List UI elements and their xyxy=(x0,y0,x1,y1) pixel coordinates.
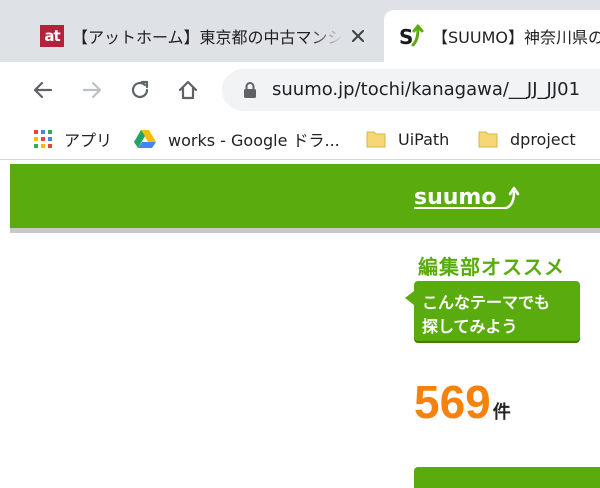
bookmark-label: works - Google ドラ... xyxy=(168,131,340,150)
forward-arrow-icon[interactable] xyxy=(76,74,108,106)
address-bar[interactable]: suumo.jp/tochi/kanagawa/__JJ_JJ01 xyxy=(222,69,600,111)
google-drive-icon xyxy=(134,130,156,148)
logo-text: suumo xyxy=(414,185,496,210)
tab-suumo[interactable]: S 【SUUMO】神奈川県の xyxy=(384,10,600,62)
result-count-number: 569 xyxy=(414,376,491,428)
close-icon[interactable] xyxy=(346,24,370,48)
promo-line: こんなテーマでも xyxy=(422,293,551,312)
suumo-logo[interactable]: suumo xyxy=(414,182,524,212)
promo-title: 編集部オススメ xyxy=(418,255,565,279)
lock-icon[interactable] xyxy=(240,80,260,100)
home-icon[interactable] xyxy=(172,74,204,106)
green-panel xyxy=(414,467,600,488)
bookmark-uipath[interactable]: UiPath xyxy=(366,118,449,160)
browser-toolbar: suumo.jp/tochi/kanagawa/__JJ_JJ01 xyxy=(0,62,600,118)
tab-title: 【SUUMO】神奈川県の xyxy=(432,28,600,47)
folder-icon xyxy=(366,131,386,148)
bookmarks-bar: アプリ works - Google ドラ... UiPath dproject xyxy=(0,118,600,160)
suumo-favicon-icon: S xyxy=(398,23,424,49)
bookmark-label: アプリ xyxy=(64,131,113,150)
tab-title: 【アットホーム】東京都の中古マンション xyxy=(72,28,342,47)
header-divider xyxy=(10,228,600,233)
browser-tab-strip: at 【アットホーム】東京都の中古マンション S 【SUUMO】神奈川県の xyxy=(0,0,600,62)
back-arrow-icon[interactable] xyxy=(27,74,59,106)
result-count: 569 件 xyxy=(414,375,511,429)
bookmark-label: UiPath xyxy=(398,129,450,149)
tab-athome[interactable]: at 【アットホーム】東京都の中古マンション xyxy=(10,10,384,62)
apps-grid-icon xyxy=(34,130,52,148)
bookmark-apps[interactable]: アプリ xyxy=(34,118,112,160)
bookmark-works-drive[interactable]: works - Google ドラ... xyxy=(134,118,340,160)
bookmark-dproject[interactable]: dproject xyxy=(478,118,576,160)
page-content: suumo 編集部オススメ こんなテーマでも 探してみよう 569 件 xyxy=(0,161,600,488)
svg-text:S: S xyxy=(399,25,413,49)
bookmark-label: dproject xyxy=(510,129,576,149)
result-count-unit: 件 xyxy=(492,402,511,423)
url-text[interactable]: suumo.jp/tochi/kanagawa/__JJ_JJ01 xyxy=(272,69,580,111)
folder-icon xyxy=(478,131,498,148)
reload-icon[interactable] xyxy=(124,74,156,106)
athome-favicon-icon: at xyxy=(40,25,64,47)
promo-line: 探してみよう xyxy=(422,317,518,336)
promo-bubble[interactable]: こんなテーマでも 探してみよう xyxy=(405,281,580,341)
